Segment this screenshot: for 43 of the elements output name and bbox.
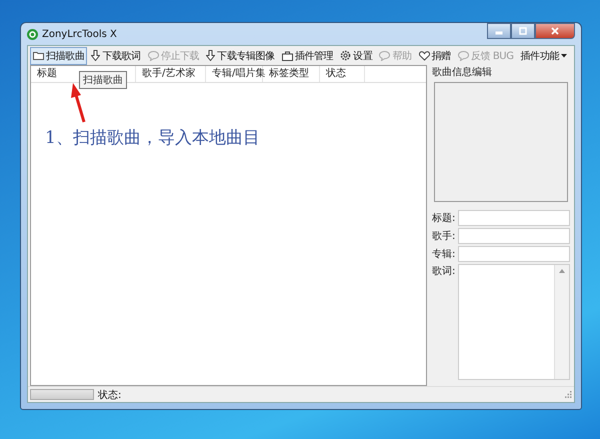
song-list[interactable]: 标题 歌手/艺术家 专辑/唱片集 标签类型 状态 扫描歌曲 1、扫描歌曲，导入本地曲目 [30, 65, 427, 386]
toolbar-button[interactable]: 插件功能 [518, 46, 570, 64]
up-arrow-icon [559, 269, 565, 273]
input-field[interactable] [458, 210, 570, 226]
toolbar-button[interactable]: 扫描歌曲 [30, 46, 88, 64]
settings-icon [340, 50, 352, 61]
column-header[interactable]: 歌手/艺术家 [136, 66, 206, 82]
toolbar-button[interactable]: 下载歌词 [88, 46, 144, 64]
app-icon [27, 28, 38, 40]
down-arrow-icon [91, 50, 100, 61]
field-label: 歌手: [432, 230, 456, 243]
speech-bubble-icon [148, 50, 159, 60]
resize-grip-icon [565, 391, 572, 398]
input-field[interactable] [458, 228, 570, 244]
annotation-text: 1、扫描歌曲，导入本地曲目 [45, 127, 260, 149]
maximize-button[interactable] [511, 23, 535, 39]
folder-icon [33, 51, 44, 60]
lyrics-field[interactable] [458, 264, 570, 380]
panel-title: 歌曲信息编辑 [432, 66, 493, 79]
minimize-button[interactable] [487, 23, 511, 39]
field-label: 专辑: [432, 248, 456, 261]
heart-icon [418, 50, 430, 60]
close-icon [551, 27, 559, 35]
maximize-icon [519, 27, 527, 35]
speech-bubble-icon [458, 50, 469, 60]
field-label: 标题: [432, 212, 456, 225]
close-button[interactable] [535, 23, 575, 39]
window-title: ZonyLrcTools X [42, 28, 117, 40]
toolbar-button[interactable]: 下载专辑图像 [203, 46, 278, 64]
scrollbar[interactable] [554, 265, 569, 379]
field-label: 歌词: [432, 265, 456, 278]
speech-bubble-icon [379, 50, 390, 60]
caret-icon [560, 54, 567, 58]
column-header[interactable]: 专辑/唱片集 [206, 66, 263, 82]
toolbar-button[interactable]: 捐赠 [416, 46, 454, 64]
input-field[interactable] [458, 246, 570, 262]
tooltip: 扫描歌曲 [79, 71, 127, 89]
column-header[interactable]: 状态 [320, 66, 365, 82]
toolbar-button[interactable]: 设置 [337, 46, 376, 64]
down-arrow-icon [206, 50, 216, 61]
status-label: 状态: [98, 388, 122, 402]
toolbox-icon [282, 50, 293, 60]
toolbar-button[interactable]: 插件管理 [278, 46, 336, 64]
